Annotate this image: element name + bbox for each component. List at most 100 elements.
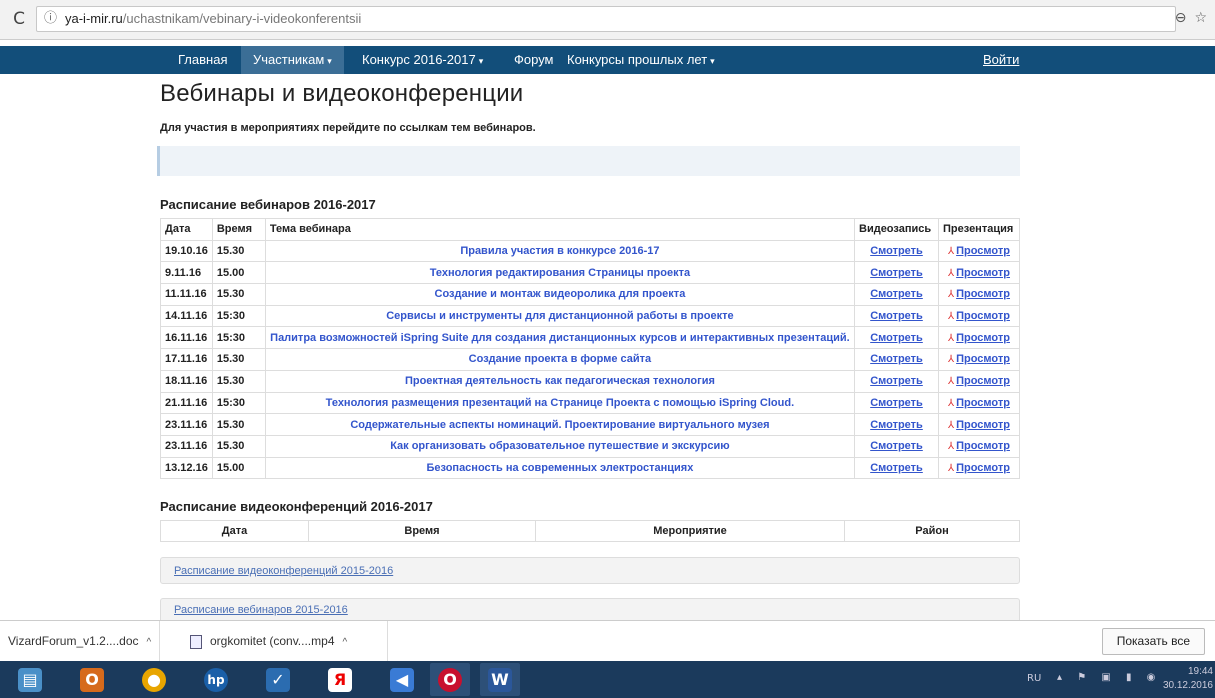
view-link[interactable]: Просмотр: [956, 419, 1010, 431]
bookmark-star-icon[interactable]: ☆: [1194, 10, 1207, 26]
panel-webinars-2015-link[interactable]: Расписание вебинаров 2015-2016: [174, 604, 348, 616]
pdf-icon: ⅄: [948, 376, 955, 388]
chevron-up-icon[interactable]: ^: [343, 637, 348, 648]
nav-contest-label: Конкурс 2016-2017: [362, 52, 476, 67]
pdf-icon: ⅄: [948, 289, 955, 301]
table-row: 18.11.16 15.30 Проектная деятельность как …: [160, 369, 1020, 393]
page-lead: Для участия в мероприятиях перейдите по …: [160, 122, 536, 134]
taskbar-explorer[interactable]: ▤: [10, 663, 50, 696]
row-topic-link[interactable]: Палитра возможностей iSpring Suite для с…: [264, 326, 856, 350]
view-link[interactable]: Просмотр: [956, 310, 1010, 322]
view-link[interactable]: Просмотр: [956, 353, 1010, 365]
row-date: 19.10.16: [160, 239, 213, 263]
row-pres-cell: ⅄ Просмотр: [938, 434, 1020, 458]
row-video-cell: Смотреть: [854, 456, 939, 480]
taskbar-chrome[interactable]: ●: [134, 663, 174, 696]
watch-link[interactable]: Смотреть: [870, 462, 923, 474]
view-link[interactable]: Просмотр: [956, 288, 1010, 300]
watch-link[interactable]: Смотреть: [870, 245, 923, 257]
taskbar-word[interactable]: W: [480, 663, 520, 696]
zoom-icon[interactable]: ⊖: [1175, 10, 1187, 26]
view-link[interactable]: Просмотр: [956, 462, 1010, 474]
row-video-cell: Смотреть: [854, 283, 939, 306]
view-link[interactable]: Просмотр: [956, 245, 1010, 257]
caret-down-icon: ▾: [327, 56, 332, 66]
watch-link[interactable]: Смотреть: [870, 440, 923, 452]
watch-link[interactable]: Смотреть: [870, 375, 923, 387]
taskbar: ▤ O ● hp ✓ Я ◀ O W RU ▴ ⚑ ▣ ▮ ◉ 19:44 30…: [0, 661, 1215, 698]
downloads-bar: VizardForum_v1.2....doc ^ orgkomitet (con…: [0, 620, 1215, 662]
view-link[interactable]: Просмотр: [956, 332, 1010, 344]
vc-col-district: Район: [844, 520, 1020, 543]
panel-videoconf-2015-link[interactable]: Расписание видеоконференций 2015-2016: [174, 565, 393, 577]
nav-contest[interactable]: Конкурс 2016-2017 ▾: [350, 46, 495, 74]
row-topic-link[interactable]: Проектная деятельность как педагогическа…: [264, 369, 856, 393]
row-pres-cell: ⅄ Просмотр: [938, 456, 1020, 480]
row-video-cell: Смотреть: [854, 239, 939, 263]
watch-link[interactable]: Смотреть: [870, 419, 923, 431]
taskbar-opera[interactable]: O: [430, 663, 470, 696]
nav-past-contests[interactable]: Конкурсы прошлых лет ▾: [555, 46, 727, 74]
watch-link[interactable]: Смотреть: [870, 310, 923, 322]
speaker-icon: ◀: [390, 668, 414, 692]
row-topic-link[interactable]: Создание проекта в форме сайта: [264, 348, 856, 371]
main-content: Вебинары и видеоконференции Для участия …: [157, 78, 1020, 621]
videoconf-table: Дата Время Мероприятие Район: [160, 520, 1020, 543]
nav-home[interactable]: Главная: [166, 46, 239, 74]
taskbar-app[interactable]: ✓: [258, 663, 298, 696]
taskbar-yandex[interactable]: Я: [320, 663, 360, 696]
view-link[interactable]: Просмотр: [956, 440, 1010, 452]
row-topic-link[interactable]: Технология размещения презентаций на Стр…: [264, 391, 856, 415]
nav-participants[interactable]: Участникам ▾: [241, 46, 344, 74]
row-topic-link[interactable]: Безопасность на современных электростанц…: [264, 456, 856, 480]
taskbar-hp[interactable]: hp: [196, 663, 236, 696]
info-icon[interactable]: ⓘ: [44, 7, 57, 31]
table-header-row: Дата Время Мероприятие Район: [160, 520, 1020, 543]
watch-link[interactable]: Смотреть: [870, 397, 923, 409]
tray-icons[interactable]: ▴ ⚑ ▣ ▮ ◉: [1057, 672, 1161, 683]
word-icon: W: [488, 668, 512, 692]
row-topic-link[interactable]: Сервисы и инструменты для дистанционной …: [264, 304, 856, 328]
login-link[interactable]: Войти: [983, 46, 1019, 74]
row-topic-link[interactable]: Содержательные аспекты номинаций. Проект…: [264, 413, 856, 436]
watch-link[interactable]: Смотреть: [870, 267, 923, 279]
pdf-icon: ⅄: [948, 311, 955, 323]
table-row: 19.10.16 15.30 Правила участия в конкурсе …: [160, 239, 1020, 263]
row-time: 15.00: [211, 261, 266, 285]
taskbar-outlook[interactable]: O: [72, 663, 112, 696]
folder-icon: ▤: [18, 668, 42, 692]
row-pres-cell: ⅄ Просмотр: [938, 326, 1020, 350]
view-link[interactable]: Просмотр: [956, 397, 1010, 409]
language-indicator[interactable]: RU: [1027, 673, 1041, 684]
panel-webinars-2015[interactable]: Расписание вебинаров 2015-2016: [160, 598, 1020, 621]
nav-home-label: Главная: [178, 52, 228, 67]
download-item-2[interactable]: orgkomitet (conv....mp4 ^: [160, 621, 388, 662]
watch-link[interactable]: Смотреть: [870, 332, 923, 344]
clock[interactable]: 19:44 30.12.2016: [1163, 665, 1213, 693]
show-all-button[interactable]: Показать все: [1101, 628, 1205, 655]
row-date: 14.11.16: [160, 304, 213, 328]
watch-link[interactable]: Смотреть: [870, 353, 923, 365]
checkmark-icon: ✓: [266, 668, 290, 692]
address-bar[interactable]: ⓘ ya-i-mir.ru/uchastnikam/vebinary-i-vid…: [36, 6, 1176, 32]
table-row: 11.11.16 15.30 Создание и монтаж видеороли…: [160, 283, 1020, 306]
row-topic-link[interactable]: Правила участия в конкурсе 2016-17: [264, 239, 856, 263]
row-topic-link[interactable]: Создание и монтаж видеоролика для проект…: [264, 283, 856, 306]
view-link[interactable]: Просмотр: [956, 375, 1010, 387]
download-item-1[interactable]: VizardForum_v1.2....doc ^: [0, 621, 160, 662]
reload-icon[interactable]: C: [8, 8, 30, 30]
row-topic-link[interactable]: Технология редактирования Страницы проек…: [264, 261, 856, 285]
row-video-cell: Смотреть: [854, 434, 939, 458]
vc-col-time: Время: [308, 520, 536, 543]
download-item-2-name: orgkomitet (conv....mp4: [210, 634, 335, 648]
table-row: 23.11.16 15.30 Содержательные аспекты номи…: [160, 413, 1020, 436]
row-topic-link[interactable]: Как организовать образовательное путешес…: [264, 434, 856, 458]
view-link[interactable]: Просмотр: [956, 267, 1010, 279]
panel-videoconf-2015[interactable]: Расписание видеоконференций 2015-2016: [160, 557, 1020, 585]
row-time: 15.30: [211, 283, 266, 306]
watch-link[interactable]: Смотреть: [870, 288, 923, 300]
taskbar-volume[interactable]: ◀: [382, 663, 422, 696]
chevron-up-icon[interactable]: ^: [147, 637, 152, 648]
pdf-icon: ⅄: [948, 267, 955, 279]
row-video-cell: Смотреть: [854, 261, 939, 285]
